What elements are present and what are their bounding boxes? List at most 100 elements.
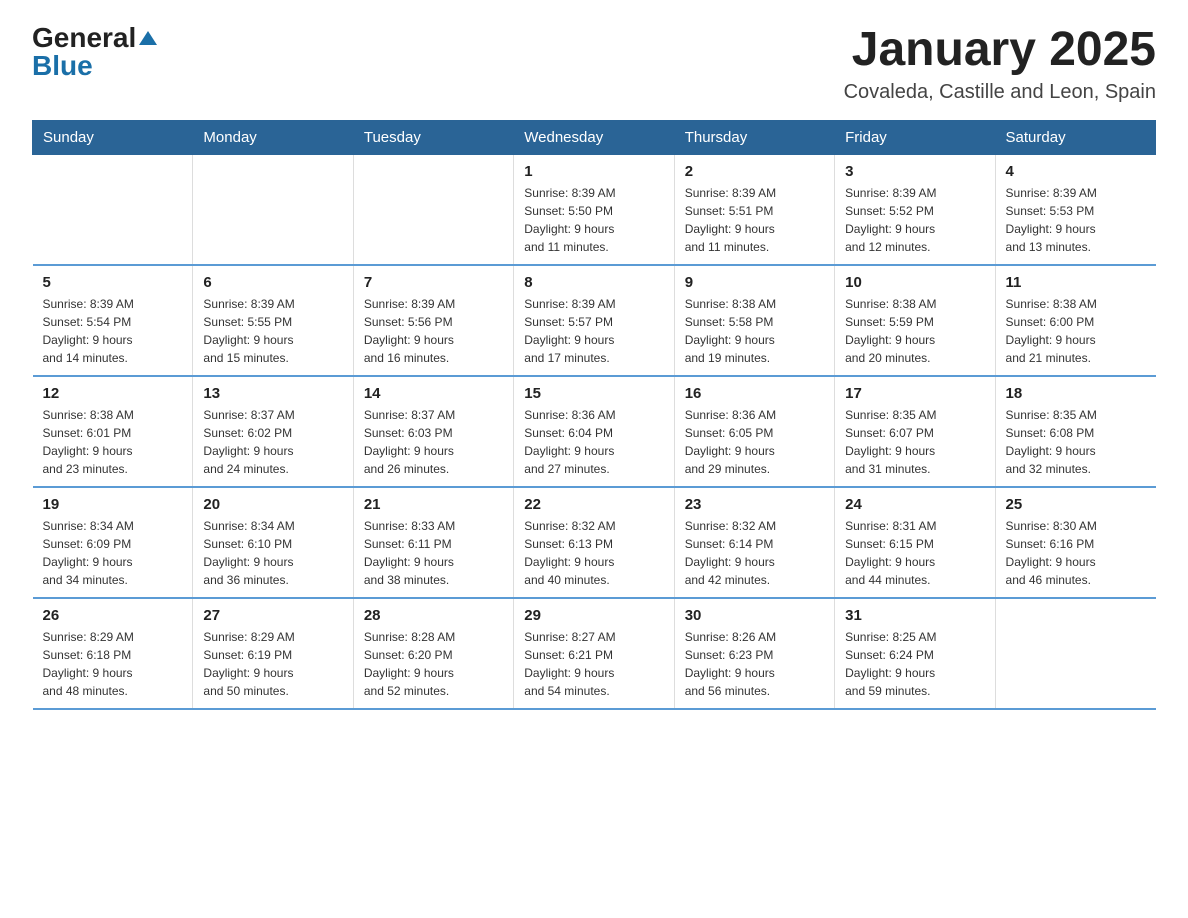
calendar-cell — [193, 154, 353, 265]
logo: General Blue — [32, 24, 157, 80]
day-number: 1 — [524, 163, 663, 180]
day-info: Sunrise: 8:31 AM Sunset: 6:15 PM Dayligh… — [845, 517, 984, 589]
day-info: Sunrise: 8:35 AM Sunset: 6:07 PM Dayligh… — [845, 406, 984, 478]
day-number: 3 — [845, 163, 984, 180]
day-number: 15 — [524, 385, 663, 402]
calendar-header-friday: Friday — [835, 120, 995, 154]
day-number: 16 — [685, 385, 824, 402]
day-info: Sunrise: 8:37 AM Sunset: 6:03 PM Dayligh… — [364, 406, 503, 478]
calendar-cell: 19Sunrise: 8:34 AM Sunset: 6:09 PM Dayli… — [33, 487, 193, 598]
day-number: 31 — [845, 607, 984, 624]
day-number: 23 — [685, 496, 824, 513]
day-number: 4 — [1006, 163, 1146, 180]
day-info: Sunrise: 8:25 AM Sunset: 6:24 PM Dayligh… — [845, 628, 984, 700]
day-number: 27 — [203, 607, 342, 624]
calendar-cell: 7 Sunrise: 8:39 AM Sunset: 5:56 PM Daylig… — [353, 265, 513, 376]
calendar-cell: 30 Sunrise: 8:26 AM Sunset: 6:23 PM Dayli… — [674, 598, 834, 709]
calendar-cell: 4 Sunrise: 8:39 AM Sunset: 5:53 PM Daylig… — [995, 154, 1155, 265]
month-title: January 2025 — [844, 24, 1156, 77]
calendar-header-wednesday: Wednesday — [514, 120, 674, 154]
calendar-cell: 23 Sunrise: 8:32 AM Sunset: 6:14 PM Dayli… — [674, 487, 834, 598]
day-info: Sunrise: 8:39 AM Sunset: 5:55 PM Dayligh… — [203, 295, 342, 367]
day-info: Sunrise: 8:26 AM Sunset: 6:23 PM Dayligh… — [685, 628, 824, 700]
calendar-header-thursday: Thursday — [674, 120, 834, 154]
calendar-cell: 17Sunrise: 8:35 AM Sunset: 6:07 PM Dayli… — [835, 376, 995, 487]
day-info: Sunrise: 8:39 AM Sunset: 5:52 PM Dayligh… — [845, 184, 984, 256]
calendar-cell: 21 Sunrise: 8:33 AM Sunset: 6:11 PM Dayli… — [353, 487, 513, 598]
calendar-cell: 11 Sunrise: 8:38 AM Sunset: 6:00 PM Dayli… — [995, 265, 1155, 376]
day-number: 9 — [685, 274, 824, 291]
calendar-cell: 31 Sunrise: 8:25 AM Sunset: 6:24 PM Dayli… — [835, 598, 995, 709]
day-info: Sunrise: 8:39 AM Sunset: 5:50 PM Dayligh… — [524, 184, 663, 256]
day-info: Sunrise: 8:34 AM Sunset: 6:10 PM Dayligh… — [203, 517, 342, 589]
day-info: Sunrise: 8:38 AM Sunset: 5:58 PM Dayligh… — [685, 295, 824, 367]
day-number: 29 — [524, 607, 663, 624]
day-info: Sunrise: 8:39 AM Sunset: 5:57 PM Dayligh… — [524, 295, 663, 367]
calendar-week-row: 1 Sunrise: 8:39 AM Sunset: 5:50 PM Daylig… — [33, 154, 1156, 265]
calendar-cell: 27 Sunrise: 8:29 AM Sunset: 6:19 PM Dayli… — [193, 598, 353, 709]
day-number: 11 — [1006, 274, 1146, 291]
calendar-cell — [33, 154, 193, 265]
calendar-header-monday: Monday — [193, 120, 353, 154]
day-number: 24 — [845, 496, 984, 513]
calendar-week-row: 5Sunrise: 8:39 AM Sunset: 5:54 PM Daylig… — [33, 265, 1156, 376]
day-number: 8 — [524, 274, 663, 291]
day-info: Sunrise: 8:35 AM Sunset: 6:08 PM Dayligh… — [1006, 406, 1146, 478]
calendar-cell: 29 Sunrise: 8:27 AM Sunset: 6:21 PM Dayli… — [514, 598, 674, 709]
day-info: Sunrise: 8:37 AM Sunset: 6:02 PM Dayligh… — [203, 406, 342, 478]
day-number: 12 — [43, 385, 183, 402]
day-number: 21 — [364, 496, 503, 513]
logo-general-text: General — [32, 24, 136, 52]
calendar-cell: 26 Sunrise: 8:29 AM Sunset: 6:18 PM Dayli… — [33, 598, 193, 709]
day-info: Sunrise: 8:32 AM Sunset: 6:13 PM Dayligh… — [524, 517, 663, 589]
calendar-cell: 1 Sunrise: 8:39 AM Sunset: 5:50 PM Daylig… — [514, 154, 674, 265]
day-number: 7 — [364, 274, 503, 291]
calendar-cell: 3 Sunrise: 8:39 AM Sunset: 5:52 PM Daylig… — [835, 154, 995, 265]
day-number: 6 — [203, 274, 342, 291]
day-number: 26 — [43, 607, 183, 624]
day-info: Sunrise: 8:39 AM Sunset: 5:53 PM Dayligh… — [1006, 184, 1146, 256]
day-info: Sunrise: 8:38 AM Sunset: 6:01 PM Dayligh… — [43, 406, 183, 478]
day-number: 28 — [364, 607, 503, 624]
day-info: Sunrise: 8:38 AM Sunset: 6:00 PM Dayligh… — [1006, 295, 1146, 367]
calendar-week-row: 26 Sunrise: 8:29 AM Sunset: 6:18 PM Dayli… — [33, 598, 1156, 709]
day-number: 30 — [685, 607, 824, 624]
day-number: 10 — [845, 274, 984, 291]
day-info: Sunrise: 8:33 AM Sunset: 6:11 PM Dayligh… — [364, 517, 503, 589]
calendar-header-tuesday: Tuesday — [353, 120, 513, 154]
day-info: Sunrise: 8:29 AM Sunset: 6:18 PM Dayligh… — [43, 628, 183, 700]
day-number: 2 — [685, 163, 824, 180]
day-number: 18 — [1006, 385, 1146, 402]
location-subtitle: Covaleda, Castille and Leon, Spain — [844, 81, 1156, 104]
calendar-week-row: 12 Sunrise: 8:38 AM Sunset: 6:01 PM Dayli… — [33, 376, 1156, 487]
day-number: 25 — [1006, 496, 1146, 513]
day-info: Sunrise: 8:38 AM Sunset: 5:59 PM Dayligh… — [845, 295, 984, 367]
calendar-header-row: SundayMondayTuesdayWednesdayThursdayFrid… — [33, 120, 1156, 154]
calendar-cell: 22Sunrise: 8:32 AM Sunset: 6:13 PM Dayli… — [514, 487, 674, 598]
calendar-cell: 15 Sunrise: 8:36 AM Sunset: 6:04 PM Dayli… — [514, 376, 674, 487]
calendar-cell: 28Sunrise: 8:28 AM Sunset: 6:20 PM Dayli… — [353, 598, 513, 709]
calendar-cell: 8 Sunrise: 8:39 AM Sunset: 5:57 PM Daylig… — [514, 265, 674, 376]
calendar-cell: 20 Sunrise: 8:34 AM Sunset: 6:10 PM Dayli… — [193, 487, 353, 598]
calendar-cell: 12 Sunrise: 8:38 AM Sunset: 6:01 PM Dayli… — [33, 376, 193, 487]
day-number: 5 — [43, 274, 183, 291]
calendar-cell: 2Sunrise: 8:39 AM Sunset: 5:51 PM Daylig… — [674, 154, 834, 265]
calendar-header-saturday: Saturday — [995, 120, 1155, 154]
day-info: Sunrise: 8:36 AM Sunset: 6:04 PM Dayligh… — [524, 406, 663, 478]
day-info: Sunrise: 8:32 AM Sunset: 6:14 PM Dayligh… — [685, 517, 824, 589]
calendar-cell — [353, 154, 513, 265]
day-info: Sunrise: 8:27 AM Sunset: 6:21 PM Dayligh… — [524, 628, 663, 700]
day-number: 13 — [203, 385, 342, 402]
calendar-header-sunday: Sunday — [33, 120, 193, 154]
day-number: 20 — [203, 496, 342, 513]
logo-triangle-icon — [139, 31, 157, 45]
day-info: Sunrise: 8:29 AM Sunset: 6:19 PM Dayligh… — [203, 628, 342, 700]
calendar-cell — [995, 598, 1155, 709]
page-header: General Blue January 2025 Covaleda, Cast… — [32, 24, 1156, 104]
day-info: Sunrise: 8:30 AM Sunset: 6:16 PM Dayligh… — [1006, 517, 1146, 589]
calendar-cell: 6 Sunrise: 8:39 AM Sunset: 5:55 PM Daylig… — [193, 265, 353, 376]
calendar-cell: 18 Sunrise: 8:35 AM Sunset: 6:08 PM Dayli… — [995, 376, 1155, 487]
day-info: Sunrise: 8:39 AM Sunset: 5:56 PM Dayligh… — [364, 295, 503, 367]
logo-blue-text: Blue — [32, 52, 93, 80]
day-number: 19 — [43, 496, 183, 513]
